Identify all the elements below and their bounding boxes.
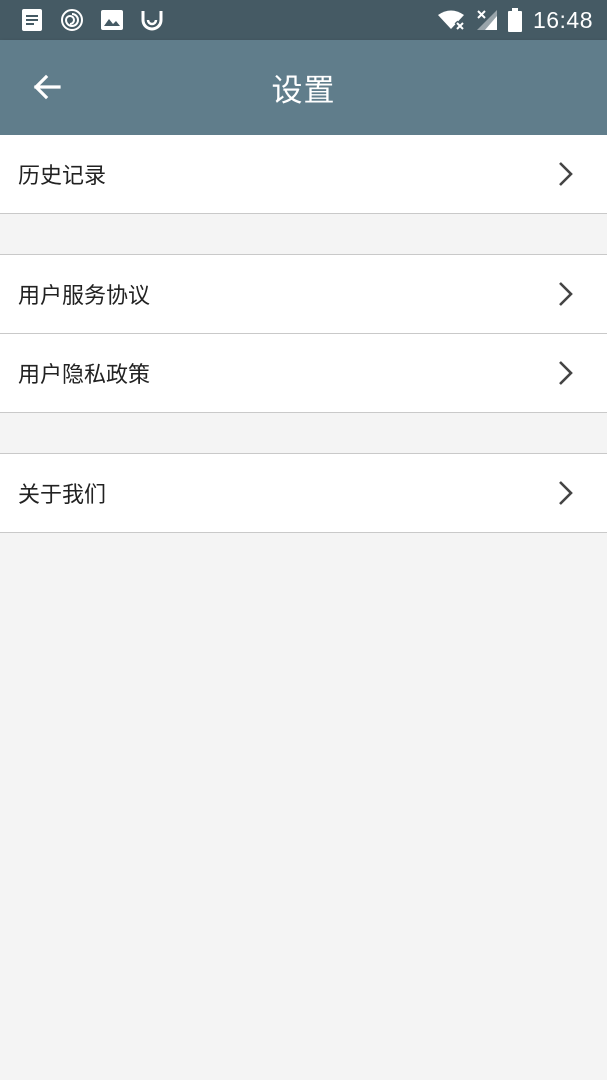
app-bar: 设置 — [0, 40, 607, 135]
settings-group-history: 历史记录 — [0, 135, 607, 214]
arrow-left-icon — [32, 72, 62, 106]
chevron-right-icon — [551, 280, 579, 308]
settings-item-privacy-policy[interactable]: 用户隐私政策 — [0, 334, 607, 413]
smiley-icon — [140, 8, 164, 32]
settings-group-policies: 用户服务协议 用户隐私政策 — [0, 254, 607, 413]
status-bar-system: 16:48 — [437, 7, 607, 34]
page-title: 设置 — [271, 73, 336, 109]
settings-item-about-us[interactable]: 关于我们 — [0, 454, 607, 533]
status-time: 16:48 — [532, 6, 593, 33]
chevron-right-icon — [551, 479, 579, 507]
chevron-right-icon — [551, 359, 579, 387]
wifi-off-icon — [437, 8, 467, 32]
settings-item-label: 历史记录 — [18, 164, 107, 189]
settings-item-history[interactable]: 历史记录 — [0, 135, 607, 214]
settings-item-user-agreement[interactable]: 用户服务协议 — [0, 255, 607, 334]
swirl-icon — [60, 8, 84, 32]
settings-item-label: 关于我们 — [18, 483, 107, 508]
signal-off-icon — [475, 8, 499, 32]
status-bar: 16:48 — [0, 0, 607, 40]
settings-group-about: 关于我们 — [0, 453, 607, 533]
chevron-right-icon — [551, 160, 579, 188]
battery-icon — [507, 8, 523, 32]
image-icon — [100, 8, 124, 32]
status-bar-notifications — [0, 8, 180, 32]
settings-item-label: 用户服务协议 — [18, 284, 151, 309]
back-button[interactable] — [22, 64, 72, 114]
notes-icon — [20, 8, 44, 32]
settings-item-label: 用户隐私政策 — [18, 363, 151, 388]
